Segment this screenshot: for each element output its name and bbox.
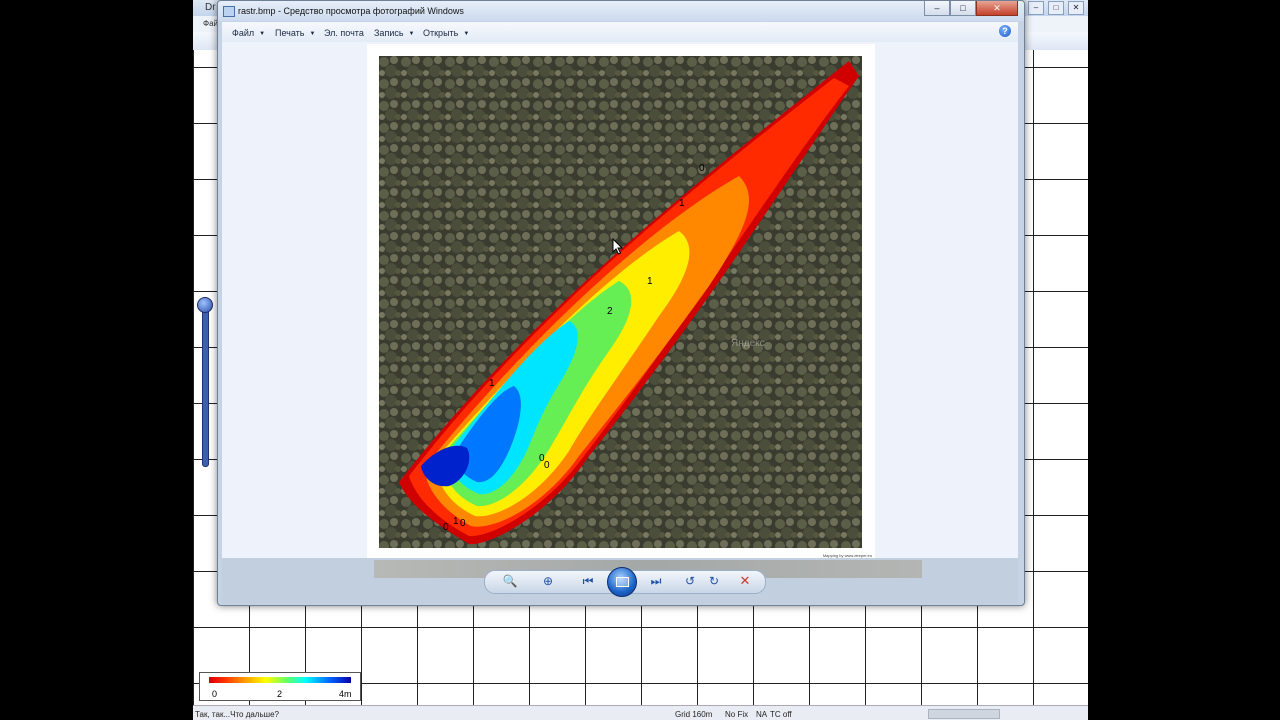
chevron-down-icon: ▼ [408, 31, 415, 37]
zoom-slider-track[interactable] [202, 300, 209, 467]
next-icon[interactable]: ⏭ [647, 572, 665, 590]
contour-label: 0 [443, 522, 449, 533]
slideshow-button[interactable] [607, 567, 637, 597]
contour-label: 1 [453, 516, 459, 527]
zoom-icon[interactable]: 🔍 [501, 572, 519, 590]
yandex-watermark: Яндекс [731, 338, 765, 349]
legend-tick-0: 0 [212, 689, 218, 699]
contour-label: 2 [607, 306, 613, 317]
chevron-down-icon: ▼ [309, 31, 316, 37]
status-scrollbar-thumb[interactable] [928, 709, 1000, 719]
depth-legend: 0 2 4m [199, 672, 361, 701]
contour-label: 1 [679, 198, 685, 209]
background-menu-file[interactable]: Фай [203, 19, 218, 28]
help-icon[interactable]: ? [999, 25, 1011, 37]
status-grid: Grid 160m [675, 710, 713, 719]
background-minimize-button[interactable]: – [1028, 1, 1044, 15]
status-message: Так, так...Что дальше? [195, 710, 279, 719]
contour-label: 0 [699, 163, 705, 174]
contour-label: 1 [647, 276, 653, 287]
delete-icon[interactable]: ✕ [736, 572, 754, 590]
menu-print-label: Печать [275, 28, 305, 38]
viewer-window-controls: – □ ✕ [924, 1, 1018, 16]
menu-email-label: Эл. почта [324, 28, 364, 38]
status-na: NA [756, 710, 768, 719]
slideshow-icon [616, 577, 629, 587]
contour-label: 0 [460, 518, 466, 529]
status-fix: No Fix [725, 710, 749, 719]
photo-viewer-icon [223, 6, 235, 17]
mouse-cursor-icon [612, 238, 624, 255]
menu-open-label: Открыть [423, 28, 459, 38]
viewer-controls-bar: 🔍 ⊕ ⏮ ⏭ ↺ ↻ ✕ [222, 558, 1018, 604]
satellite-depth-map: 0 1 1 2 1 0 0 1 0 0 Яндекс [379, 56, 862, 548]
background-title: Dr [205, 2, 216, 13]
status-tc: TC off [770, 710, 792, 719]
background-maximize-button[interactable]: □ [1048, 1, 1064, 15]
menu-burn-label: Запись [374, 28, 404, 38]
contour-label: 1 [489, 378, 495, 389]
chevron-down-icon: ▼ [463, 31, 470, 37]
menu-print[interactable]: Печать ▼ [275, 28, 315, 38]
background-close-button[interactable]: ✕ [1068, 1, 1084, 15]
viewer-title: rastr.bmp - Средство просмотра фотографи… [238, 6, 464, 16]
minimize-button[interactable]: – [924, 1, 950, 16]
menu-file-label: Файл [232, 28, 255, 38]
legend-tick-2: 2 [277, 689, 283, 699]
contour-label: 0 [544, 460, 550, 471]
status-bar: Так, так...Что дальше? Grid 160m No Fix … [193, 705, 1088, 720]
chevron-down-icon: ▼ [259, 31, 266, 37]
image-viewport: 0 1 1 2 1 0 0 1 0 0 Яндекс Mapping by ww… [222, 42, 1018, 559]
depth-color-scale [209, 677, 351, 683]
actual-size-icon[interactable]: ⊕ [539, 572, 557, 590]
menu-open[interactable]: Открыть ▼ [423, 28, 469, 38]
zoom-slider-handle[interactable] [197, 297, 213, 313]
maximize-button[interactable]: □ [950, 1, 976, 16]
photo-viewer-window: rastr.bmp - Средство просмотра фотографи… [217, 0, 1025, 606]
rotate-ccw-icon[interactable]: ↺ [681, 572, 699, 590]
menu-file[interactable]: Файл ▼ [232, 28, 265, 38]
depth-map-image: 0 1 1 2 1 0 0 1 0 0 Яндекс [379, 56, 862, 548]
image-frame: 0 1 1 2 1 0 0 1 0 0 Яндекс Mapping by ww… [367, 44, 875, 559]
viewer-titlebar[interactable]: rastr.bmp - Средство просмотра фотографи… [218, 1, 1024, 21]
menu-burn[interactable]: Запись ▼ [374, 28, 414, 38]
previous-icon[interactable]: ⏮ [579, 572, 597, 590]
rotate-cw-icon[interactable]: ↻ [705, 572, 723, 590]
close-button[interactable]: ✕ [976, 1, 1018, 16]
menu-email[interactable]: Эл. почта [324, 28, 364, 38]
legend-tick-4m: 4m [339, 689, 352, 699]
background-window-controls: – □ ✕ [1028, 1, 1084, 15]
viewer-menubar: Файл ▼ Печать ▼ Эл. почта Запись ▼ Открыть ▼… [222, 22, 1018, 42]
